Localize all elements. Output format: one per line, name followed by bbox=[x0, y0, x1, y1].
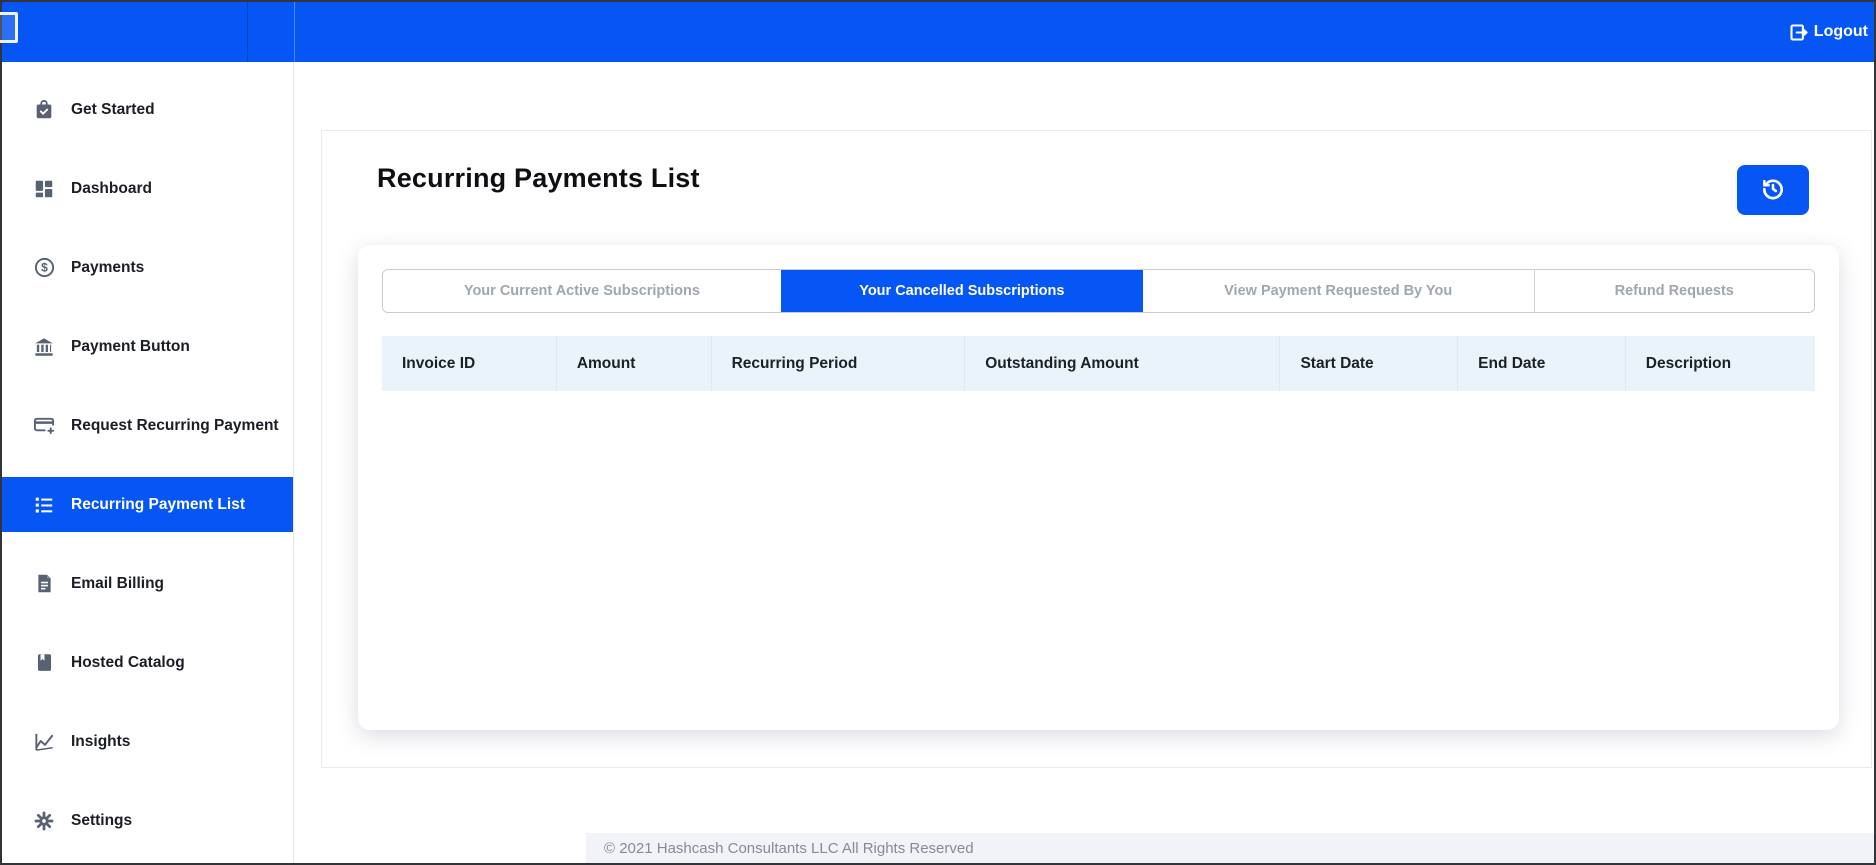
sidebar-item-hosted-catalog[interactable]: Hosted Catalog bbox=[2, 623, 293, 702]
sidebar-item-label: Insights bbox=[71, 732, 131, 750]
sidebar-item-label: Payments bbox=[71, 258, 145, 276]
sidebar-item-payments[interactable]: $ Payments bbox=[2, 228, 293, 307]
column-header-amount: Amount bbox=[557, 336, 712, 391]
svg-text:$: $ bbox=[41, 261, 48, 275]
sidebar-item-label: Get Started bbox=[71, 100, 155, 118]
column-header-invoice-id: Invoice ID bbox=[382, 336, 557, 391]
tab-label: Your Current Active Subscriptions bbox=[463, 283, 700, 299]
insights-icon bbox=[32, 730, 56, 754]
tab-label: View Payment Requested By You bbox=[1224, 283, 1453, 299]
footer-bar: © 2021 Hashcash Consultants LLC All Righ… bbox=[586, 833, 1874, 863]
sidebar-item-get-started[interactable]: Get Started bbox=[2, 70, 293, 149]
sidebar-item-email-billing[interactable]: Email Billing bbox=[2, 544, 293, 623]
tab-refund-requests[interactable]: Refund Requests bbox=[1533, 270, 1814, 312]
dashboard-icon bbox=[32, 177, 56, 201]
tab-view-payment-requested[interactable]: View Payment Requested By You bbox=[1142, 270, 1534, 312]
email-billing-icon bbox=[32, 572, 56, 596]
column-header-recurring-period: Recurring Period bbox=[712, 336, 966, 391]
recurring-payment-list-icon bbox=[32, 493, 56, 517]
page-title: Recurring Payments List bbox=[377, 163, 700, 193]
sidebar-item-request-recurring-payment[interactable]: Request Recurring Payment bbox=[2, 386, 293, 465]
column-header-outstanding-amount: Outstanding Amount bbox=[965, 336, 1281, 391]
sidebar-item-payment-button[interactable]: Payment Button bbox=[2, 307, 293, 386]
header-logo-divider bbox=[247, 2, 248, 62]
refresh-history-button[interactable] bbox=[1737, 165, 1809, 215]
header-sidebar-divider bbox=[294, 2, 295, 62]
sidebar-item-label: Payment Button bbox=[71, 337, 190, 355]
hosted-catalog-icon bbox=[32, 651, 56, 675]
column-header-end-date: End Date bbox=[1458, 336, 1626, 391]
logout-label: Logout bbox=[1813, 23, 1868, 40]
settings-icon bbox=[32, 809, 56, 833]
tab-cancelled-subscriptions[interactable]: Your Cancelled Subscriptions bbox=[780, 270, 1143, 312]
main-content: Recurring Payments List Your Current Act… bbox=[294, 62, 1874, 863]
logout-icon bbox=[1788, 22, 1809, 43]
get-started-icon bbox=[32, 98, 56, 122]
sidebar-item-settings[interactable]: Settings bbox=[2, 781, 293, 860]
sidebar-item-label: Recurring Payment List bbox=[71, 495, 245, 513]
sidebar-item-label: Hosted Catalog bbox=[71, 653, 185, 671]
sidebar-item-label: Email Billing bbox=[71, 574, 165, 592]
sidebar-item-dashboard[interactable]: Dashboard bbox=[2, 149, 293, 228]
sidebar-item-label: Request Recurring Payment bbox=[71, 416, 279, 434]
column-header-start-date: Start Date bbox=[1280, 336, 1459, 391]
recurring-payments-card: Recurring Payments List Your Current Act… bbox=[321, 130, 1872, 768]
request-recurring-payment-icon bbox=[32, 414, 56, 438]
subscription-tabs: Your Current Active Subscriptions Your C… bbox=[382, 269, 1815, 313]
sidebar-item-insights[interactable]: Insights bbox=[2, 702, 293, 781]
sidebar-nav: Get Started Dashboard $ Payments Payment… bbox=[2, 62, 294, 863]
tab-label: Refund Requests bbox=[1614, 283, 1734, 299]
subscriptions-panel: Your Current Active Subscriptions Your C… bbox=[358, 245, 1839, 730]
cancelled-subscriptions-table: Invoice ID Amount Recurring Period Outst… bbox=[382, 336, 1815, 511]
top-header-bar: Logout bbox=[0, 2, 1874, 62]
payment-button-icon bbox=[32, 335, 56, 359]
table-empty-body bbox=[382, 391, 1815, 511]
sidebar-item-label: Settings bbox=[71, 811, 133, 829]
tab-current-active-subscriptions[interactable]: Your Current Active Subscriptions bbox=[383, 270, 781, 312]
table-header-row: Invoice ID Amount Recurring Period Outst… bbox=[382, 336, 1815, 391]
partial-toggle-artifact bbox=[0, 12, 18, 43]
logout-button[interactable]: Logout bbox=[1788, 2, 1868, 62]
tab-label: Your Cancelled Subscriptions bbox=[859, 283, 1065, 299]
copyright-text: © 2021 Hashcash Consultants LLC All Righ… bbox=[604, 839, 974, 857]
sidebar-item-label: Dashboard bbox=[71, 179, 152, 197]
history-icon bbox=[1760, 176, 1786, 205]
payments-icon: $ bbox=[32, 256, 56, 280]
sidebar-item-recurring-payment-list[interactable]: Recurring Payment List bbox=[2, 477, 293, 532]
column-header-description: Description bbox=[1645, 354, 1732, 372]
